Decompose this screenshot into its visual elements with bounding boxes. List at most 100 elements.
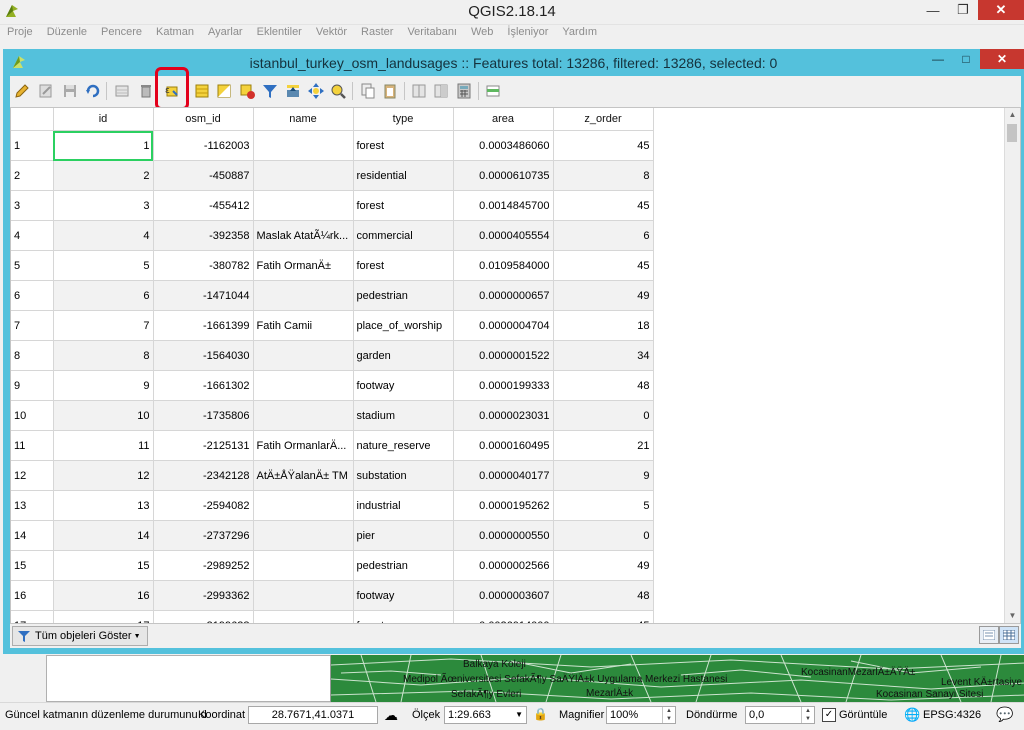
cell-name[interactable]	[253, 400, 354, 431]
table-row[interactable]: 5 5 -380782 Fatih OrmanÄ± forest 0.0109584000…	[11, 250, 654, 281]
new-field-icon[interactable]	[409, 81, 429, 101]
cell-type[interactable]: residential	[353, 160, 454, 191]
cell-id[interactable]: 12	[53, 460, 154, 491]
cell-z-order[interactable]: 45	[553, 250, 654, 281]
row-header[interactable]: 8	[11, 340, 54, 371]
cell-type[interactable]: forest	[353, 610, 454, 623]
cell-id[interactable]: 17	[53, 610, 154, 623]
cell-osm-id[interactable]: -380782	[153, 250, 254, 281]
globe-icon[interactable]: 🌐	[904, 707, 920, 723]
cell-name[interactable]: Fatih OrmanÄ±	[253, 250, 354, 281]
cell-name[interactable]	[253, 340, 354, 371]
cell-type[interactable]: pedestrian	[353, 280, 454, 311]
row-header[interactable]: 6	[11, 280, 54, 311]
cell-area[interactable]: 0.0000000550	[453, 520, 554, 551]
cell-area[interactable]: 0.0014845700	[453, 190, 554, 221]
cell-z-order[interactable]: 48	[553, 370, 654, 401]
cell-z-order[interactable]: 45	[553, 190, 654, 221]
cell-name[interactable]	[253, 370, 354, 401]
row-header[interactable]: 11	[11, 430, 54, 461]
cell-type[interactable]: garden	[353, 340, 454, 371]
zoom-to-icon[interactable]	[328, 81, 348, 101]
column-header-osm-id[interactable]: osm_id	[153, 108, 254, 131]
cell-area[interactable]: 0.0000160495	[453, 430, 554, 461]
cell-area[interactable]: 0.0000610735	[453, 160, 554, 191]
crs-label[interactable]: EPSG:4326	[923, 709, 981, 721]
delete-field-icon[interactable]	[431, 81, 451, 101]
cell-osm-id[interactable]: -1661399	[153, 310, 254, 341]
cell-name[interactable]	[253, 280, 354, 311]
cell-name[interactable]	[253, 520, 354, 551]
pencil-icon[interactable]	[12, 81, 32, 101]
cell-osm-id[interactable]: -2594082	[153, 490, 254, 521]
cell-id[interactable]: 16	[53, 580, 154, 611]
column-header-z-order[interactable]: z_order	[553, 108, 654, 131]
cell-type[interactable]: forest	[353, 190, 454, 221]
cell-id[interactable]: 5	[53, 250, 154, 281]
field-calculator-icon[interactable]	[454, 81, 474, 101]
table-view-icon[interactable]	[999, 626, 1019, 644]
menu-item[interactable]: Eklentiler	[250, 24, 309, 42]
column-header-type[interactable]: type	[353, 108, 454, 131]
cell-name[interactable]	[253, 580, 354, 611]
menu-item[interactable]: Veritabanı	[400, 24, 464, 42]
menu-item[interactable]: Düzenle	[40, 24, 94, 42]
row-header[interactable]: 17	[11, 610, 54, 623]
menu-item[interactable]: Ayarlar	[201, 24, 250, 42]
cell-area[interactable]: 0.0000001522	[453, 340, 554, 371]
cell-z-order[interactable]: 34	[553, 340, 654, 371]
conditional-format-icon[interactable]	[483, 81, 503, 101]
invert-selection-icon[interactable]	[214, 81, 234, 101]
cell-osm-id[interactable]: -2993362	[153, 580, 254, 611]
cell-id[interactable]: 9	[53, 370, 154, 401]
table-row[interactable]: 1717-3199628forest0.002601400045	[11, 610, 654, 623]
table-row[interactable]: 12 12 -2342128 AtÄ±ÅŸalanÄ± TM substation 0.0…	[11, 460, 654, 491]
row-header[interactable]: 10	[11, 400, 54, 431]
cell-z-order[interactable]: 21	[553, 430, 654, 461]
rotation-spinbox[interactable]: 0,0 ▲ ▼	[745, 706, 815, 724]
cell-z-order[interactable]: 8	[553, 160, 654, 191]
cell-z-order[interactable]: 5	[553, 490, 654, 521]
menu-item[interactable]: Pencere	[94, 24, 149, 42]
cell-type[interactable]: place_of_worship	[353, 310, 454, 341]
cell-z-order[interactable]: 45	[553, 610, 654, 623]
menu-item[interactable]: Yardım	[555, 24, 604, 42]
cell-z-order[interactable]: 45	[553, 130, 654, 161]
cell-name[interactable]	[253, 130, 354, 161]
render-checkbox[interactable]: ✓	[822, 708, 836, 722]
cell-z-order[interactable]: 6	[553, 220, 654, 251]
cell-osm-id[interactable]: -455412	[153, 190, 254, 221]
row-header[interactable]: 14	[11, 520, 54, 551]
cell-id[interactable]: 15	[53, 550, 154, 581]
row-header[interactable]: 9	[11, 370, 54, 401]
row-header[interactable]: 7	[11, 310, 54, 341]
row-header[interactable]: 16	[11, 580, 54, 611]
table-row[interactable]: 16 16 -2993362 footway 0.0000003607 48	[11, 580, 654, 611]
cell-area[interactable]: 0.0000004704	[453, 310, 554, 341]
cell-type[interactable]: footway	[353, 370, 454, 401]
dialog-maximize-button[interactable]: □	[952, 49, 980, 69]
show-all-features-button[interactable]: Tüm objeleri Göster ▼	[12, 626, 148, 646]
table-row[interactable]: 4 4 -392358 Maslak AtatÃ¼rk... commercial 0.0…	[11, 220, 654, 251]
cell-type[interactable]: nature_reserve	[353, 430, 454, 461]
cell-osm-id[interactable]: -450887	[153, 160, 254, 191]
paste-icon[interactable]	[380, 81, 400, 101]
cell-osm-id[interactable]: -1735806	[153, 400, 254, 431]
cell-name[interactable]	[253, 550, 354, 581]
scale-combo[interactable]: 1:29.663 ▼	[444, 706, 527, 724]
row-header[interactable]: 12	[11, 460, 54, 491]
delete-icon[interactable]	[136, 81, 156, 101]
cell-osm-id[interactable]: -2737296	[153, 520, 254, 551]
cell-area[interactable]: 0.0000000657	[453, 280, 554, 311]
row-header[interactable]: 13	[11, 490, 54, 521]
scroll-down-icon[interactable]: ▼	[1005, 609, 1020, 623]
cell-area[interactable]: 0.0000003607	[453, 580, 554, 611]
table-row[interactable]: 8 8 -1564030 garden 0.0000001522 34	[11, 340, 654, 371]
cell-osm-id[interactable]: -392358	[153, 220, 254, 251]
cell-area[interactable]: 0.0000002566	[453, 550, 554, 581]
cell-id[interactable]: 6	[53, 280, 154, 311]
spin-arrows-icon[interactable]: ▲ ▼	[801, 707, 814, 723]
cell-type[interactable]: pier	[353, 520, 454, 551]
reload-icon[interactable]	[83, 81, 103, 101]
cell-z-order[interactable]: 49	[553, 550, 654, 581]
